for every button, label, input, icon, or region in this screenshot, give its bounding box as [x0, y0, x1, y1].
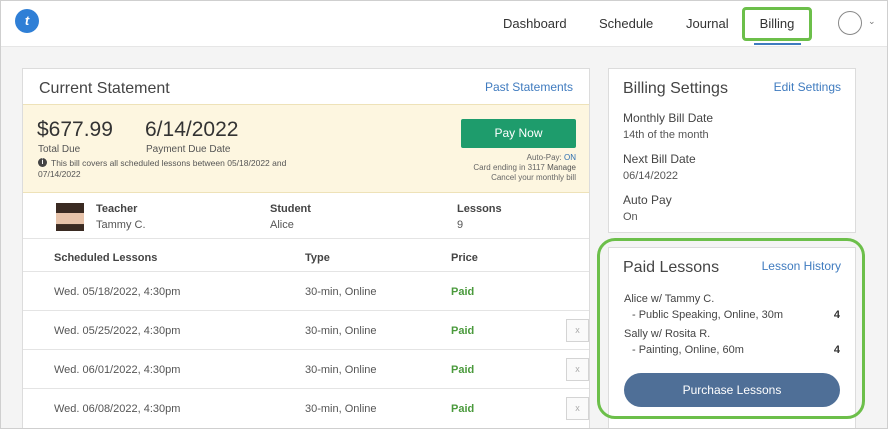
remove-lesson-button[interactable]: x	[566, 358, 589, 381]
billing-settings-card: Billing Settings Edit Settings Monthly B…	[608, 68, 856, 233]
teacher-student-summary: Teacher Tammy C. Student Alice Lessons 9	[23, 194, 589, 239]
nav-journal[interactable]: Journal	[686, 16, 729, 31]
logo-icon[interactable]: t	[15, 9, 39, 33]
lessons-count: 9	[457, 219, 464, 231]
lesson-type: 30-min, Online	[305, 325, 377, 337]
monthly-bill-date-label: Monthly Bill Date	[623, 111, 714, 125]
paid-lessons-highlight	[597, 238, 865, 419]
remove-lesson-button[interactable]: x	[566, 397, 589, 420]
student-header: Student	[270, 203, 311, 215]
table-row: Wed. 06/01/2022, 4:30pm 30-min, Online P…	[23, 349, 589, 388]
user-avatar[interactable]	[838, 11, 862, 35]
autopay-status: ON	[564, 153, 576, 162]
lessons-header: Lessons	[457, 203, 502, 215]
top-nav: t Dashboard Schedule Journal Billing ⌄	[1, 1, 887, 47]
total-due-label: Total Due	[38, 144, 81, 155]
scheduled-lessons-header: Scheduled Lessons	[54, 252, 158, 264]
amount-due-panel: $677.99 Total Due 6/14/2022 Payment Due …	[23, 104, 589, 193]
next-bill-date-label: Next Bill Date	[623, 152, 696, 166]
card-ending-text: Card ending in 3117	[473, 163, 545, 172]
lesson-price: Paid	[451, 364, 475, 376]
teacher-header: Teacher	[96, 203, 138, 215]
autopay-info: Auto-Pay: ON Card ending in 3117 Manage …	[473, 153, 576, 183]
pay-now-button[interactable]: Pay Now	[461, 119, 576, 148]
nav-dashboard[interactable]: Dashboard	[503, 16, 567, 31]
lesson-type: 30-min, Online	[305, 403, 377, 415]
auto-pay-label: Auto Pay	[623, 193, 672, 207]
current-statement-card: Current Statement Past Statements $677.9…	[22, 68, 590, 428]
lesson-type: 30-min, Online	[305, 364, 377, 376]
statement-title: Current Statement	[39, 80, 170, 97]
chevron-down-icon[interactable]: ⌄	[868, 16, 876, 27]
lesson-date: Wed. 06/01/2022, 4:30pm	[54, 364, 181, 376]
active-tab-indicator	[754, 43, 801, 45]
bill-coverage-note: This bill covers all scheduled lessons b…	[38, 158, 287, 179]
billing-settings-title: Billing Settings	[623, 80, 728, 97]
monthly-bill-date-value: 14th of the month	[623, 129, 709, 141]
remove-lesson-button[interactable]: x	[566, 319, 589, 342]
lesson-price: Paid	[451, 325, 475, 337]
due-date: 6/14/2022	[145, 118, 239, 141]
lesson-date: Wed. 05/18/2022, 4:30pm	[54, 286, 181, 298]
table-row: Wed. 05/25/2022, 4:30pm 30-min, Online P…	[23, 310, 589, 349]
lesson-date: Wed. 05/25/2022, 4:30pm	[54, 325, 181, 337]
manage-card-link[interactable]: Manage	[547, 163, 576, 172]
app-window: t Dashboard Schedule Journal Billing ⌄ C…	[0, 0, 888, 429]
lesson-price: Paid	[451, 403, 475, 415]
teacher-name: Tammy C.	[96, 219, 146, 231]
table-row: Wed. 05/18/2022, 4:30pm 30-min, Online P…	[23, 271, 589, 310]
teacher-avatar	[56, 203, 84, 231]
type-header: Type	[305, 252, 330, 264]
past-statements-link[interactable]: Past Statements	[485, 80, 573, 94]
nav-schedule[interactable]: Schedule	[599, 16, 653, 31]
price-header: Price	[451, 252, 478, 264]
lesson-type: 30-min, Online	[305, 286, 377, 298]
edit-settings-link[interactable]: Edit Settings	[774, 80, 841, 94]
total-due-amount: $677.99	[37, 118, 113, 141]
autopay-label: Auto-Pay:	[526, 153, 562, 162]
lesson-price: Paid	[451, 286, 475, 298]
due-date-label: Payment Due Date	[146, 144, 231, 155]
student-name: Alice	[270, 219, 294, 231]
cancel-bill-link[interactable]: Cancel your monthly bill	[491, 173, 576, 182]
table-row: Wed. 06/08/2022, 4:30pm 30-min, Online P…	[23, 388, 589, 427]
lesson-date: Wed. 06/08/2022, 4:30pm	[54, 403, 181, 415]
nav-billing[interactable]: Billing	[742, 7, 812, 41]
auto-pay-value: On	[623, 211, 638, 223]
next-bill-date-value: 06/14/2022	[623, 170, 679, 182]
